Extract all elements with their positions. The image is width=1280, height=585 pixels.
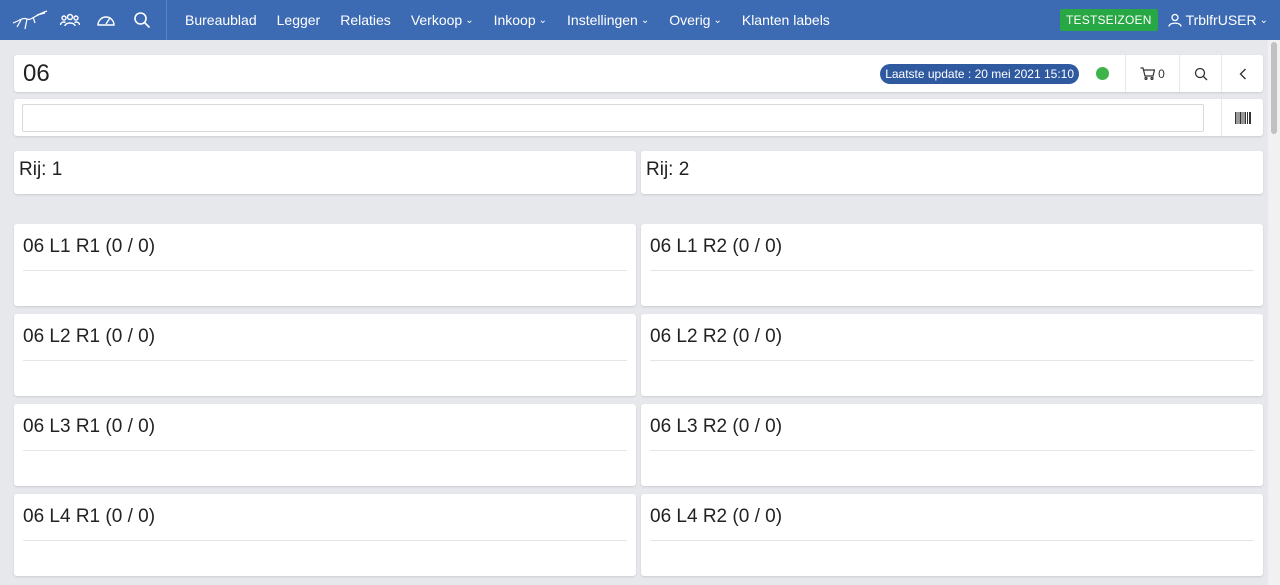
status-indicator [1096,67,1109,80]
location-card[interactable]: 06 L4 R2 (0 / 0) [641,494,1263,576]
nav-legger[interactable]: Legger [267,0,331,40]
nav-right: TESTSEIZOEN TrblfrUSER ⌄ [1060,0,1280,40]
location-card[interactable]: 06 L2 R2 (0 / 0) [641,314,1263,396]
nav-label: Inkoop [493,12,536,28]
season-badge[interactable]: TESTSEIZOEN [1060,9,1158,31]
card-title: 06 L1 R1 (0 / 0) [23,236,156,257]
chevron-down-icon: ⌄ [713,14,722,26]
barcode-scan-button[interactable] [1221,99,1263,136]
scan-search-bar [14,99,1263,136]
nav-label: Bureaublad [185,12,257,28]
card-title: 06 L3 R2 (0 / 0) [650,416,783,437]
nav-overig[interactable]: Overig ⌄ [659,0,732,40]
location-card[interactable]: 06 L3 R1 (0 / 0) [14,404,636,486]
logo-icon[interactable] [8,0,52,40]
nav-bureaublad[interactable]: Bureaublad [175,0,267,40]
row-header-2: Rij: 2 [641,151,1263,194]
card-title: 06 L4 R1 (0 / 0) [23,506,156,527]
chevron-down-icon: ⌄ [538,14,548,26]
nav-label: Klanten labels [741,12,830,28]
search-button[interactable] [1179,55,1221,92]
cart-button[interactable]: 0 [1125,55,1179,92]
card-title: 06 L1 R2 (0 / 0) [650,236,783,257]
search-icon [1194,67,1207,80]
cart-icon [1140,67,1156,80]
location-card[interactable]: 06 L2 R1 (0 / 0) [14,314,636,396]
card-divider [23,270,627,271]
location-card[interactable]: 06 L4 R1 (0 / 0) [14,494,636,576]
card-divider [23,450,627,451]
location-card[interactable]: 06 L1 R1 (0 / 0) [14,224,636,306]
back-button[interactable] [1221,55,1263,92]
search-icon[interactable] [124,0,160,40]
card-divider [650,450,1254,451]
scrollbar-thumb[interactable] [1271,42,1277,134]
page-title: 06 [23,59,50,87]
card-title: 06 L2 R1 (0 / 0) [23,326,156,347]
nav-label: Instellingen [567,12,638,28]
nav-instellingen[interactable]: Instellingen ⌄ [557,0,659,40]
scan-input[interactable] [22,103,1204,132]
user-menu[interactable]: TrblfrUSER ⌄ [1167,12,1280,28]
user-name: TrblfrUSER [1185,12,1257,28]
nav-label: Legger [276,12,321,28]
card-title: 06 L2 R2 (0 / 0) [650,326,783,347]
card-divider [650,540,1254,541]
nav-relaties[interactable]: Relaties [330,0,401,40]
nav-inkoop[interactable]: Inkoop ⌄ [484,0,557,40]
page-scrollbar[interactable] [1268,40,1280,585]
nav-label: Verkoop [410,12,463,28]
card-divider [650,270,1254,271]
location-card[interactable]: 06 L3 R2 (0 / 0) [641,404,1263,486]
chevron-down-icon: ⌄ [1259,14,1268,26]
page-header: 06 Laatste update : 20 mei 2021 15:10 0 [14,55,1263,92]
dashboard-gauge-icon[interactable] [88,0,124,40]
nav-label: Relaties [340,12,391,28]
card-divider [650,360,1254,361]
users-icon[interactable] [52,0,88,40]
top-navbar: Bureaublad Legger Relaties Verkoop ⌄ Inko… [0,0,1280,40]
barcode-icon [1234,111,1251,124]
chevron-down-icon: ⌄ [640,14,650,26]
user-icon [1167,13,1182,27]
chevron-left-icon [1239,68,1246,79]
nav-verkoop[interactable]: Verkoop ⌄ [401,0,484,40]
card-title: 06 L3 R1 (0 / 0) [23,416,156,437]
location-card[interactable]: 06 L1 R2 (0 / 0) [641,224,1263,306]
card-title: 06 L4 R2 (0 / 0) [650,506,783,527]
cart-count: 0 [1158,66,1165,81]
row-header-1: Rij: 1 [14,151,636,194]
header-actions: Laatste update : 20 mei 2021 15:10 0 [880,55,1263,92]
nav-klanten-labels[interactable]: Klanten labels [732,0,840,40]
last-update-badge: Laatste update : 20 mei 2021 15:10 [880,63,1079,84]
nav-divider [166,0,167,40]
nav-label: Overig [669,12,711,28]
card-divider [23,360,627,361]
card-divider [23,540,627,541]
chevron-down-icon: ⌄ [465,14,474,26]
